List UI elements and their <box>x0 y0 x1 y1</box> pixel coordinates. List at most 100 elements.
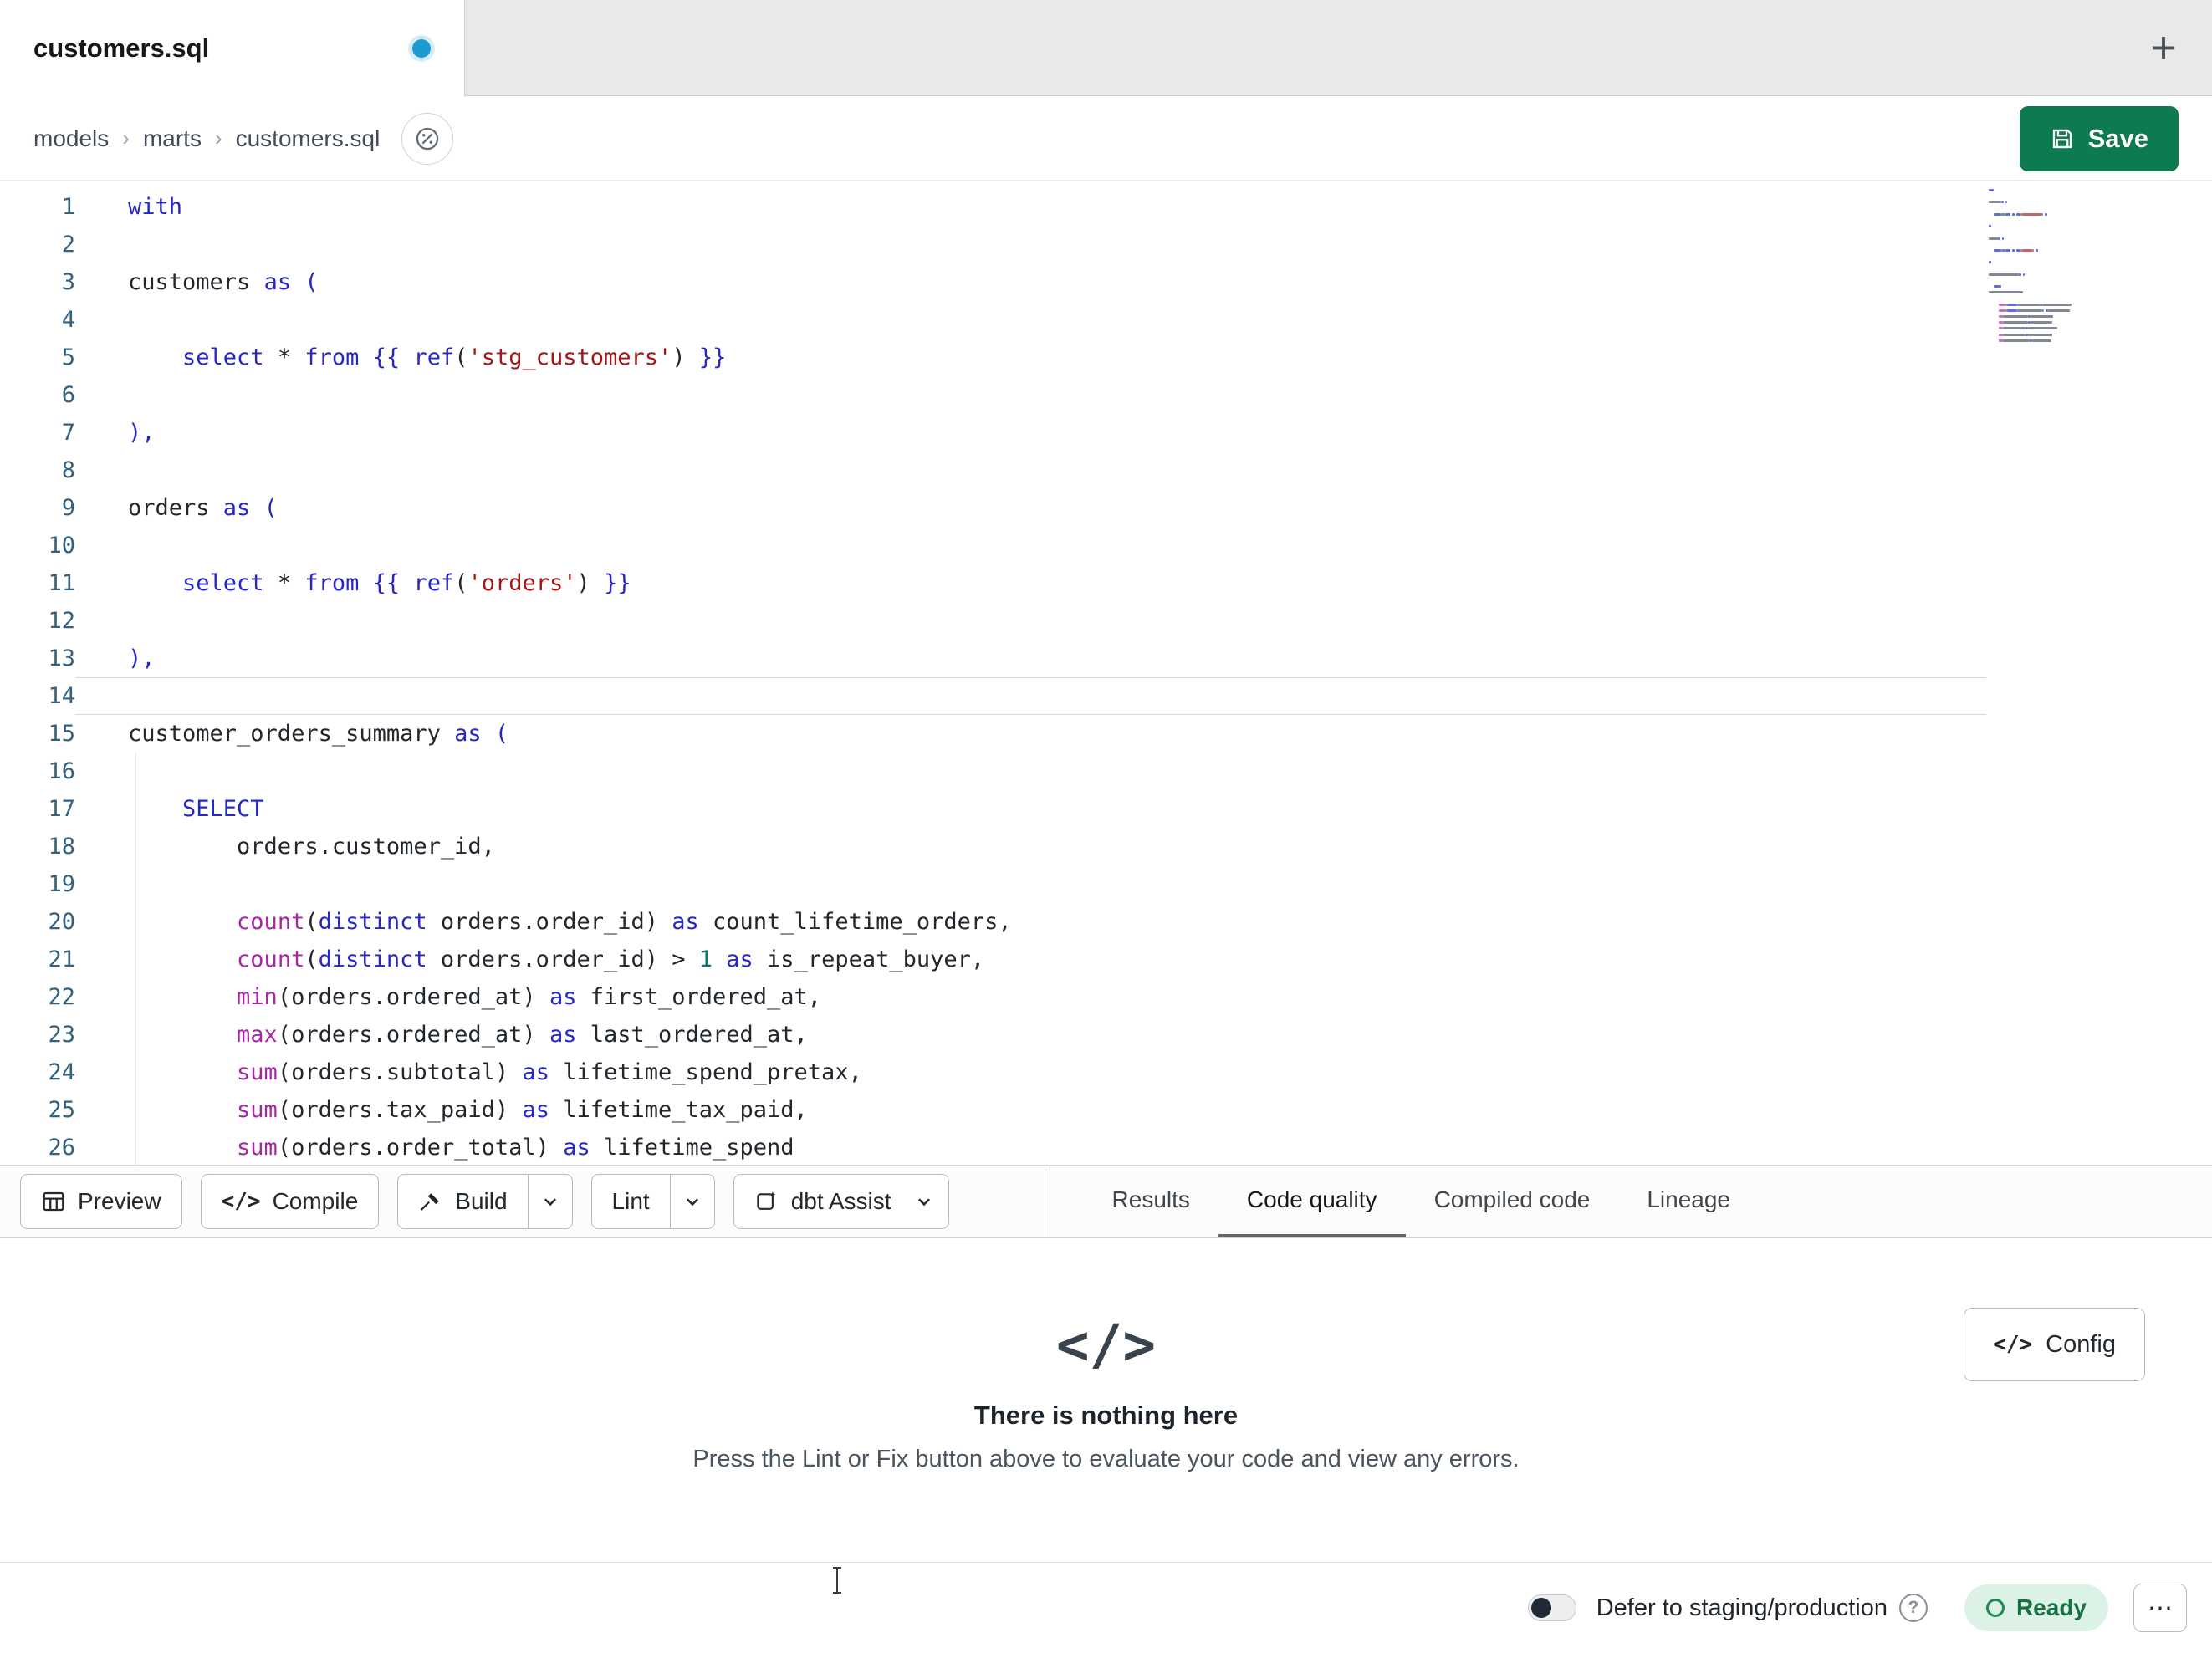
code-text[interactable] <box>75 865 1986 903</box>
code-text[interactable]: count(distinct orders.order_id) as count… <box>75 903 1986 941</box>
dbt-assist-button[interactable]: dbt Assist <box>733 1174 949 1229</box>
hammer-icon <box>418 1189 443 1214</box>
code-line[interactable]: 26 sum(orders.order_total) as lifetime_s… <box>0 1129 2212 1166</box>
line-number: 7 <box>61 420 75 446</box>
code-text[interactable] <box>75 677 1986 715</box>
code-line[interactable]: 25 sum(orders.tax_paid) as lifetime_tax_… <box>0 1091 2212 1129</box>
code-line[interactable]: 10 <box>0 527 2212 564</box>
docs-generate-button[interactable] <box>401 112 454 165</box>
code-text[interactable]: SELECT <box>75 790 1986 828</box>
line-number: 8 <box>61 457 75 483</box>
breadcrumb-file[interactable]: customers.sql <box>236 125 381 152</box>
code-text[interactable] <box>75 301 1986 339</box>
code-text[interactable]: count(distinct orders.order_id) > 1 as i… <box>75 941 1986 978</box>
code-line[interactable]: 19 <box>0 865 2212 903</box>
code-line[interactable]: 22 min(orders.ordered_at) as first_order… <box>0 978 2212 1016</box>
save-button[interactable]: Save <box>2019 105 2179 171</box>
code-text[interactable] <box>75 452 1986 489</box>
chevron-down-icon[interactable] <box>527 1175 572 1228</box>
code-text[interactable] <box>75 753 1986 790</box>
chevron-down-icon[interactable] <box>669 1175 714 1228</box>
minimap-segment <box>1994 285 2001 288</box>
help-icon[interactable]: ? <box>1898 1594 1928 1622</box>
code-lines: 1 with 2 3 customers as (4 5 select * from {{… <box>0 188 2212 1166</box>
tab-results[interactable]: Results <box>1084 1166 1218 1237</box>
config-button[interactable]: </> Config <box>1964 1308 2145 1381</box>
breadcrumb: models › marts › customers.sql <box>33 125 380 152</box>
code-text[interactable]: min(orders.ordered_at) as first_ordered_… <box>75 978 1986 1016</box>
code-text[interactable]: select * from {{ ref('orders') }} <box>75 564 1986 602</box>
code-text[interactable]: max(orders.ordered_at) as last_ordered_a… <box>75 1016 1986 1054</box>
code-line[interactable]: 4 <box>0 301 2212 339</box>
status-badge[interactable]: Ready <box>1964 1584 2108 1631</box>
code-text[interactable]: orders.customer_id, <box>75 828 1986 865</box>
code-line[interactable]: 7), <box>0 414 2212 452</box>
code-line[interactable]: 11 select * from {{ ref('orders') }} <box>0 564 2212 602</box>
minimap-segment <box>2045 212 2047 216</box>
new-tab-button[interactable]: + <box>2137 21 2190 74</box>
minimap-line <box>1989 314 2116 318</box>
compile-button[interactable]: </> Compile <box>200 1174 380 1229</box>
code-line[interactable]: 1 with <box>0 188 2212 226</box>
code-line[interactable]: 24 sum(orders.subtotal) as lifetime_spen… <box>0 1054 2212 1091</box>
code-text[interactable]: sum(orders.tax_paid) as lifetime_tax_pai… <box>75 1091 1986 1129</box>
breadcrumb-marts[interactable]: marts <box>143 125 202 152</box>
code-line[interactable]: 23 max(orders.ordered_at) as last_ordere… <box>0 1016 2212 1054</box>
code-text[interactable]: customer_orders_summary as ( <box>75 715 1986 753</box>
chevron-down-icon[interactable] <box>912 1175 948 1228</box>
code-line[interactable]: 20 count(distinct orders.order_id) as co… <box>0 903 2212 941</box>
defer-toggle[interactable] <box>1527 1594 1576 1621</box>
code-text[interactable] <box>75 527 1986 564</box>
table-icon <box>41 1189 66 1214</box>
code-token: orders.customer_id, <box>128 834 495 860</box>
code-token: count_lifetime_orders, <box>698 909 1012 935</box>
more-options-button[interactable]: ⋯ <box>2133 1584 2187 1632</box>
code-line[interactable]: 14 <box>0 677 2212 715</box>
minimap[interactable] <box>1989 189 2116 345</box>
code-line[interactable]: 17 SELECT <box>0 790 2212 828</box>
breadcrumb-models[interactable]: models <box>33 125 109 152</box>
code-line[interactable]: 12 <box>0 602 2212 640</box>
code-token: ref <box>413 344 455 370</box>
code-text[interactable]: ), <box>75 640 1986 677</box>
code-text[interactable] <box>75 602 1986 640</box>
code-line[interactable]: 13), <box>0 640 2212 677</box>
code-text[interactable]: customers as ( <box>75 263 1986 301</box>
code-line[interactable]: 8 <box>0 452 2212 489</box>
code-line[interactable]: 2 <box>0 226 2212 263</box>
build-button[interactable]: Build <box>397 1174 573 1229</box>
minimap-segment <box>2028 327 2057 330</box>
code-text[interactable]: orders as ( <box>75 489 1986 527</box>
file-tab-customers-sql[interactable]: customers.sql <box>0 0 465 97</box>
code-text[interactable]: sum(orders.subtotal) as lifetime_spend_p… <box>75 1054 1986 1091</box>
code-token: as <box>549 1022 577 1048</box>
code-line[interactable]: 16 <box>0 753 2212 790</box>
preview-button[interactable]: Preview <box>20 1174 182 1229</box>
minimap-line <box>1989 273 2116 276</box>
code-line[interactable]: 15 customer_orders_summary as ( <box>0 715 2212 753</box>
line-number: 16 <box>48 758 75 784</box>
code-line[interactable]: 9 orders as ( <box>0 489 2212 527</box>
code-text[interactable]: ), <box>75 414 1986 452</box>
lint-button[interactable]: Lint <box>590 1174 715 1229</box>
code-token: {{ <box>372 344 401 370</box>
code-line[interactable]: 3 customers as ( <box>0 263 2212 301</box>
code-line[interactable]: 18 orders.customer_id, <box>0 828 2212 865</box>
code-text[interactable]: with <box>75 188 1986 226</box>
code-text[interactable]: select * from {{ ref('stg_customers') }} <box>75 339 1986 376</box>
minimap-segment <box>1989 225 1991 228</box>
minimap-segment <box>1999 309 2005 312</box>
code-line[interactable]: 6 <box>0 376 2212 414</box>
code-text[interactable] <box>75 376 1986 414</box>
tab-code-quality[interactable]: Code quality <box>1218 1166 1406 1237</box>
code-text[interactable]: sum(orders.order_total) as lifetime_spen… <box>75 1129 1986 1166</box>
code-icon: </> <box>221 1189 261 1214</box>
tab-lineage[interactable]: Lineage <box>1618 1166 1759 1237</box>
code-line[interactable]: 5 select * from {{ ref('stg_customers') … <box>0 339 2212 376</box>
code-editor[interactable]: 1 with 2 3 customers as (4 5 select * from {{… <box>0 181 2212 1166</box>
tab-compiled-code[interactable]: Compiled code <box>1406 1166 1619 1237</box>
code-text[interactable] <box>75 226 1986 263</box>
code-line[interactable]: 21 count(distinct orders.order_id) > 1 a… <box>0 941 2212 978</box>
